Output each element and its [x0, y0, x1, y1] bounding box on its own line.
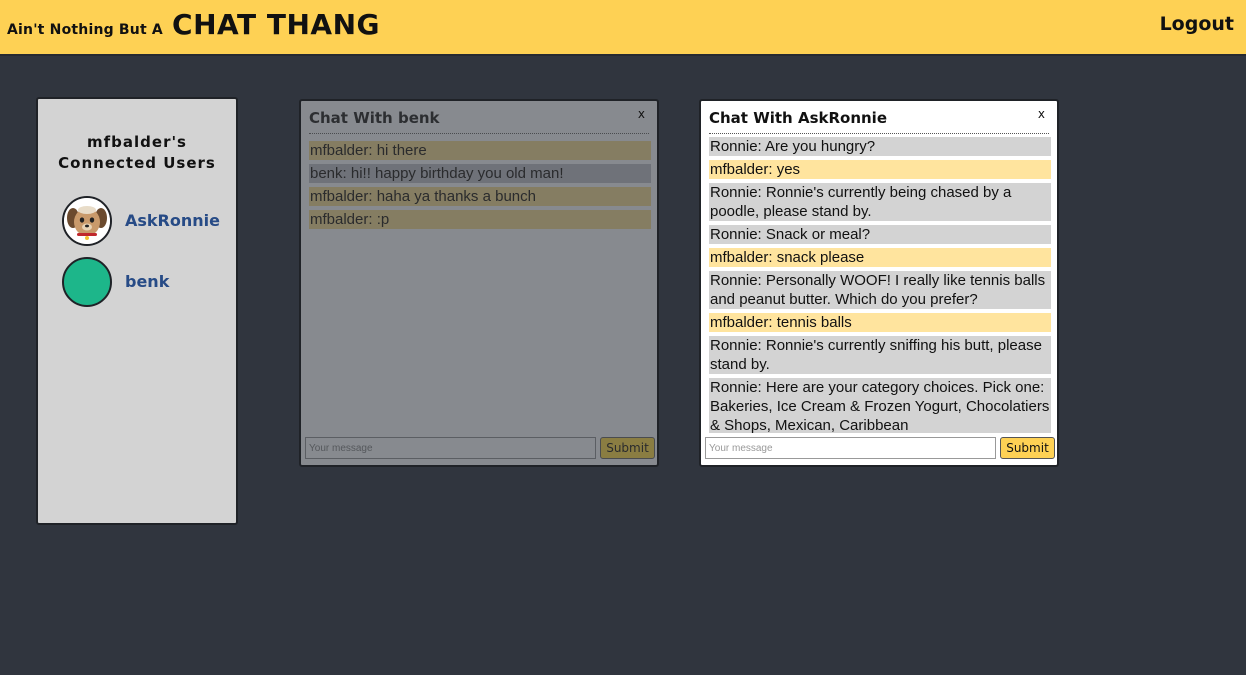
- chat-divider: [709, 133, 1049, 134]
- message-list[interactable]: mfbalder: hi there benk: hi!! happy birt…: [309, 141, 651, 437]
- user-name-askronnie[interactable]: AskRonnie: [125, 211, 220, 230]
- message-item: mfbalder: yes: [709, 160, 1051, 179]
- connected-users-title: mfbalder's Connected Users: [38, 132, 236, 174]
- message-compose-row: Submit: [705, 437, 1055, 459]
- close-chat-button[interactable]: x: [638, 107, 645, 121]
- message-item: mfbalder: hi there: [309, 141, 651, 160]
- dog-avatar-icon[interactable]: [62, 196, 112, 246]
- brand-title: CHAT THANG: [172, 8, 380, 41]
- message-item: mfbalder: snack please: [709, 248, 1051, 267]
- submit-button[interactable]: Submit: [1000, 437, 1055, 459]
- close-chat-button[interactable]: x: [1038, 107, 1045, 121]
- user-item-askronnie[interactable]: AskRonnie: [62, 196, 232, 250]
- message-input[interactable]: [305, 437, 596, 459]
- user-item-benk[interactable]: benk: [62, 257, 232, 311]
- chat-divider: [309, 133, 649, 134]
- message-item: Ronnie: Snack or meal?: [709, 225, 1051, 244]
- message-item: Ronnie: Personally WOOF! I really like t…: [709, 271, 1051, 309]
- app-brand: Ain't Nothing But A CHAT THANG: [7, 8, 380, 41]
- chat-title: Chat With AskRonnie: [709, 109, 888, 127]
- logout-link[interactable]: Logout: [1160, 13, 1234, 35]
- message-list[interactable]: Ronnie: Are you hungry? mfbalder: yes Ro…: [709, 137, 1051, 433]
- message-item: mfbalder: haha ya thanks a bunch: [309, 187, 651, 206]
- top-bar: Ain't Nothing But A CHAT THANG Logout: [0, 0, 1246, 56]
- green-circle-avatar-icon[interactable]: [62, 257, 112, 307]
- message-item: Ronnie: Ronnie's currently being chased …: [709, 183, 1051, 221]
- message-item: benk: hi!! happy birthday you old man!: [309, 164, 651, 183]
- message-item: Ronnie: Are you hungry?: [709, 137, 1051, 156]
- message-input[interactable]: [705, 437, 996, 459]
- users-title-owner: mfbalder's: [87, 133, 187, 151]
- message-item: mfbalder: :p: [309, 210, 651, 229]
- chat-window-benk: Chat With benk x mfbalder: hi there benk…: [299, 99, 659, 467]
- message-item: Ronnie: Ronnie's currently sniffing his …: [709, 336, 1051, 374]
- brand-tagline: Ain't Nothing But A: [7, 22, 163, 38]
- user-name-benk[interactable]: benk: [125, 272, 169, 291]
- connected-users-panel: mfbalder's Connected Users AskRonnie ben…: [36, 97, 238, 525]
- users-title-label: Connected Users: [58, 154, 216, 172]
- submit-button[interactable]: Submit: [600, 437, 655, 459]
- message-item: mfbalder: tennis balls: [709, 313, 1051, 332]
- message-item: Ronnie: Here are your category choices. …: [709, 378, 1051, 433]
- chat-window-askronnie: Chat With AskRonnie x Ronnie: Are you hu…: [699, 99, 1059, 467]
- message-compose-row: Submit: [305, 437, 655, 459]
- chat-title: Chat With benk: [309, 109, 440, 127]
